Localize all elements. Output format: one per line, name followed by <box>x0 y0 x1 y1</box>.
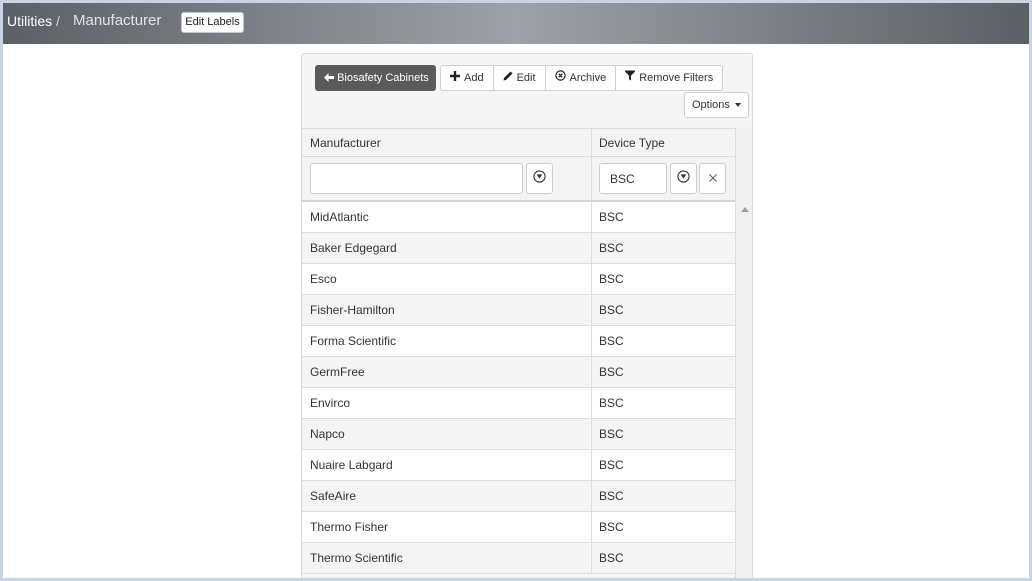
archive-button[interactable]: Archive <box>544 65 617 91</box>
edit-label: Edit <box>516 72 536 84</box>
manufacturer-cell: Napco <box>310 427 345 441</box>
grid-scrollbar[interactable] <box>735 128 752 578</box>
plus-icon <box>450 66 460 90</box>
action-toolbar: Add Edit Archive Remove Filters <box>440 65 724 91</box>
table-row[interactable]: Thermo Scientific BSC <box>302 543 735 574</box>
app-window: Utilities / Manufacturer Edit Labels Bio… <box>3 3 1029 578</box>
column-header-device-type[interactable]: Device Type <box>591 129 735 157</box>
manufacturer-grid: Manufacturer Device Type BSC MidAtlantic… <box>302 128 752 578</box>
manufacturer-cell: Nuaire Labgard <box>310 458 393 472</box>
add-label: Add <box>464 72 484 84</box>
manufacturer-cell: Forma Scientific <box>310 334 397 348</box>
device-type-clear-filter-button[interactable] <box>699 163 726 194</box>
close-icon <box>708 170 718 188</box>
chevron-down-icon <box>734 103 741 108</box>
table-row[interactable]: MidAtlantic BSC <box>302 202 735 233</box>
table-row[interactable]: Nuaire Labgard BSC <box>302 450 735 481</box>
table-row[interactable]: Envirco BSC <box>302 388 735 419</box>
archive-label: Archive <box>569 72 607 84</box>
breadcrumb-utilities[interactable]: Utilities <box>7 13 52 29</box>
device-type-cell: BSC <box>599 241 624 255</box>
device-type-cell: BSC <box>599 427 624 441</box>
table-row[interactable]: Thermo Fisher BSC <box>302 512 735 543</box>
remove-filters-button[interactable]: Remove Filters <box>615 65 724 91</box>
arrow-left-icon <box>324 72 337 84</box>
page-title: Manufacturer <box>73 12 162 29</box>
top-bar: Utilities / Manufacturer Edit Labels <box>3 3 1029 44</box>
device-type-cell: BSC <box>599 458 624 472</box>
device-type-cell: BSC <box>599 365 624 379</box>
grid-header-row: Manufacturer Device Type <box>302 128 735 157</box>
manufacturer-cell: SafeAire <box>310 489 357 503</box>
circle-x-icon <box>554 66 566 90</box>
table-row[interactable]: GermFree BSC <box>302 357 735 388</box>
back-button-label: Biosafety Cabinets <box>337 72 429 84</box>
device-type-cell: BSC <box>599 334 624 348</box>
filter-circle-icon <box>677 169 690 188</box>
table-row[interactable]: Napco BSC <box>302 419 735 450</box>
manufacturer-filter-input[interactable] <box>310 163 523 194</box>
manufacturer-cell: Envirco <box>310 396 351 410</box>
device-type-cell: BSC <box>599 551 624 565</box>
manufacturer-cell: Thermo Fisher <box>310 520 389 534</box>
manufacturer-cell: MidAtlantic <box>310 210 369 224</box>
device-type-cell: BSC <box>599 210 624 224</box>
grid-body: MidAtlantic BSC Baker Edgegard BSC Esco BSC Fi… <box>302 202 735 574</box>
manufacturer-cell: Baker Edgegard <box>310 241 397 255</box>
grid-filter-row <box>302 157 735 202</box>
manufacturer-panel: Biosafety Cabinets Add Edit Archive Remo… <box>301 53 753 578</box>
manufacturer-cell: Esco <box>310 272 337 286</box>
device-type-filter-menu-button[interactable] <box>670 163 697 194</box>
column-header-manufacturer[interactable]: Manufacturer <box>302 129 591 157</box>
remove-filters-label: Remove Filters <box>639 72 714 84</box>
device-type-cell: BSC <box>599 303 624 317</box>
options-label: Options <box>692 99 730 111</box>
table-row[interactable]: Fisher-Hamilton BSC <box>302 295 735 326</box>
funnel-icon <box>625 66 636 90</box>
edit-button[interactable]: Edit <box>492 65 546 91</box>
device-type-filter-input[interactable] <box>599 163 667 194</box>
options-dropdown-button[interactable]: Options <box>684 92 749 118</box>
add-button[interactable]: Add <box>440 65 494 91</box>
back-to-biosafety-cabinets-button[interactable]: Biosafety Cabinets <box>315 65 436 91</box>
breadcrumb-separator: / <box>56 13 60 29</box>
device-type-cell: BSC <box>599 272 624 286</box>
manufacturer-cell: Thermo Scientific <box>310 551 403 565</box>
column-divider <box>591 157 592 200</box>
edit-labels-button[interactable]: Edit Labels <box>181 12 244 33</box>
device-type-cell: BSC <box>599 396 624 410</box>
table-row[interactable]: Baker Edgegard BSC <box>302 233 735 264</box>
device-type-cell: BSC <box>599 489 624 503</box>
device-type-cell: BSC <box>599 520 624 534</box>
manufacturer-filter-menu-button[interactable] <box>526 163 553 194</box>
pencil-icon <box>503 66 513 90</box>
table-row[interactable]: Forma Scientific BSC <box>302 326 735 357</box>
manufacturer-cell: Fisher-Hamilton <box>310 303 395 317</box>
filter-circle-icon <box>533 169 546 188</box>
scroll-up-arrow-icon[interactable] <box>741 207 749 212</box>
table-row[interactable]: SafeAire BSC <box>302 481 735 512</box>
manufacturer-cell: GermFree <box>310 365 365 379</box>
table-row[interactable]: Esco BSC <box>302 264 735 295</box>
